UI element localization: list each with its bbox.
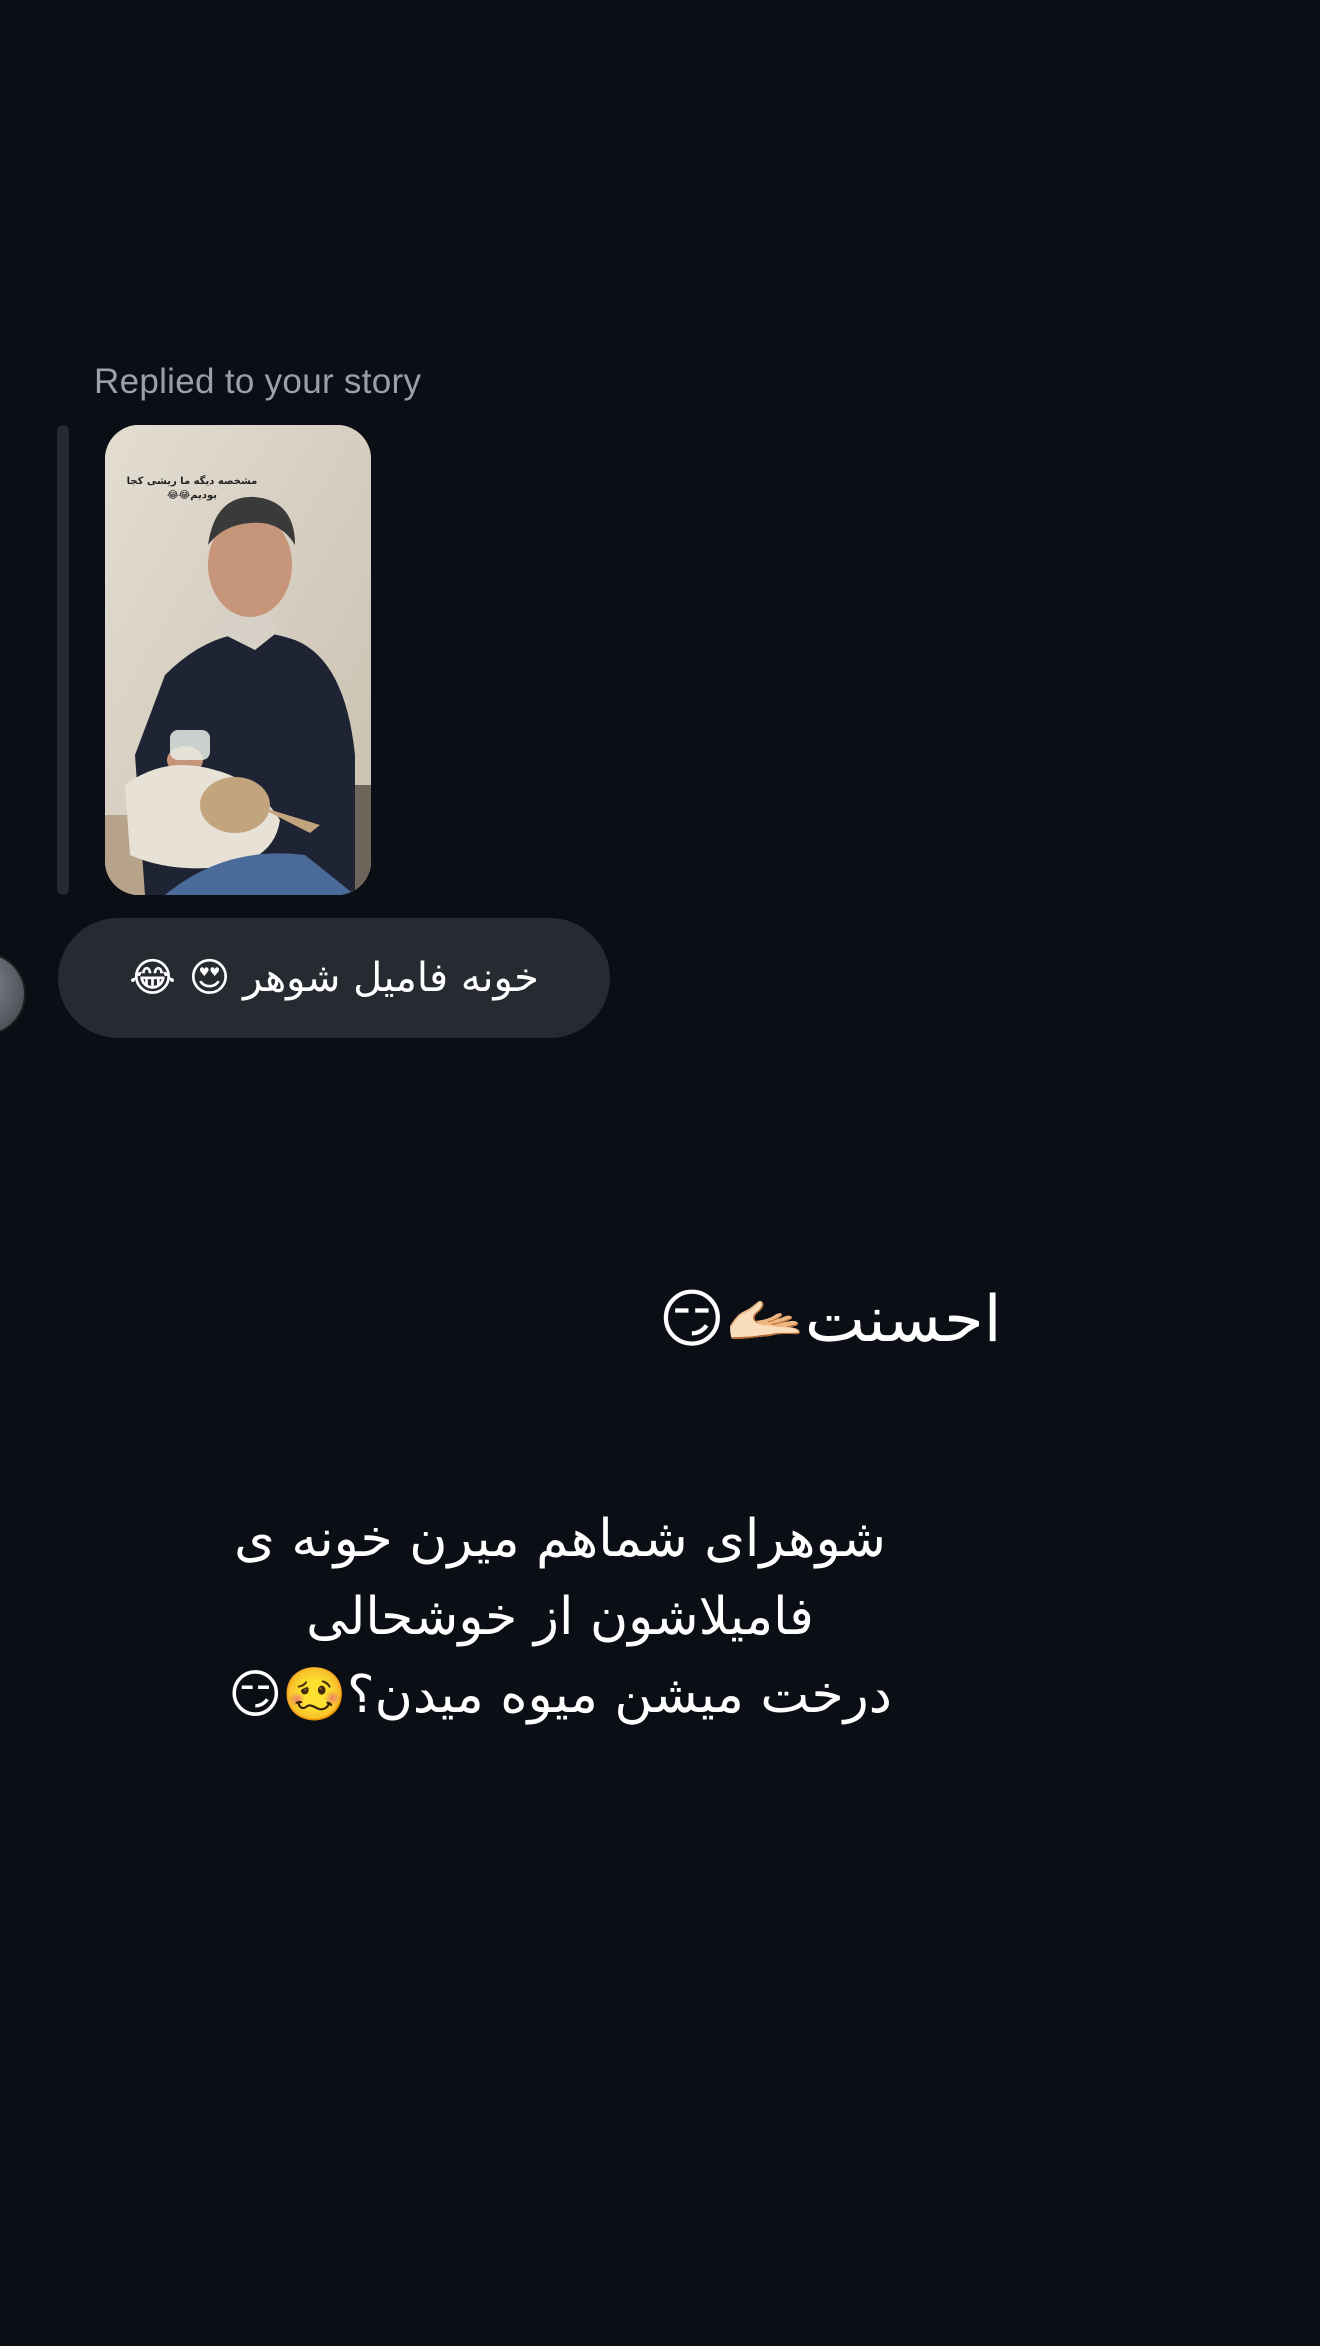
story-thumbnail[interactable]: مشخصه دیگه ما ریشی کجا بودیم😂😂 xyxy=(105,425,371,895)
story-overlay-line-2a: شوهرای شماهم میرن خونه ی xyxy=(234,1509,886,1569)
story-overlay-text-1: احسنت🫴🏻😏 xyxy=(658,1283,1002,1357)
story-overlay-line-2c: درخت میشن میوه میدن؟🥴😏 xyxy=(228,1665,892,1725)
message-text: خونه فامیل شوهر 😍 😂 xyxy=(129,955,539,1001)
story-overlay-line-2b: فامیلاشون از خوشحالی xyxy=(306,1587,814,1647)
message-bubble[interactable]: خونه فامیل شوهر 😍 😂 xyxy=(58,918,610,1038)
reply-quote-bar xyxy=(57,425,69,895)
replied-to-story-label: Replied to your story xyxy=(94,362,422,401)
story-caption-line-2: بودیم😂😂 xyxy=(166,490,218,501)
story-caption-line-1: مشخصه دیگه ما ریشی کجا xyxy=(126,476,258,487)
dm-screen: Replied to your story مشخصه دیگه ما ریشی… xyxy=(0,0,1320,2346)
sender-avatar[interactable] xyxy=(0,952,26,1036)
story-overlay-text-2: شوهرای شماهم میرن خونه ی فامیلاشون از خو… xyxy=(200,1500,920,1734)
story-caption: مشخصه دیگه ما ریشی کجا بودیم😂😂 xyxy=(117,475,267,503)
